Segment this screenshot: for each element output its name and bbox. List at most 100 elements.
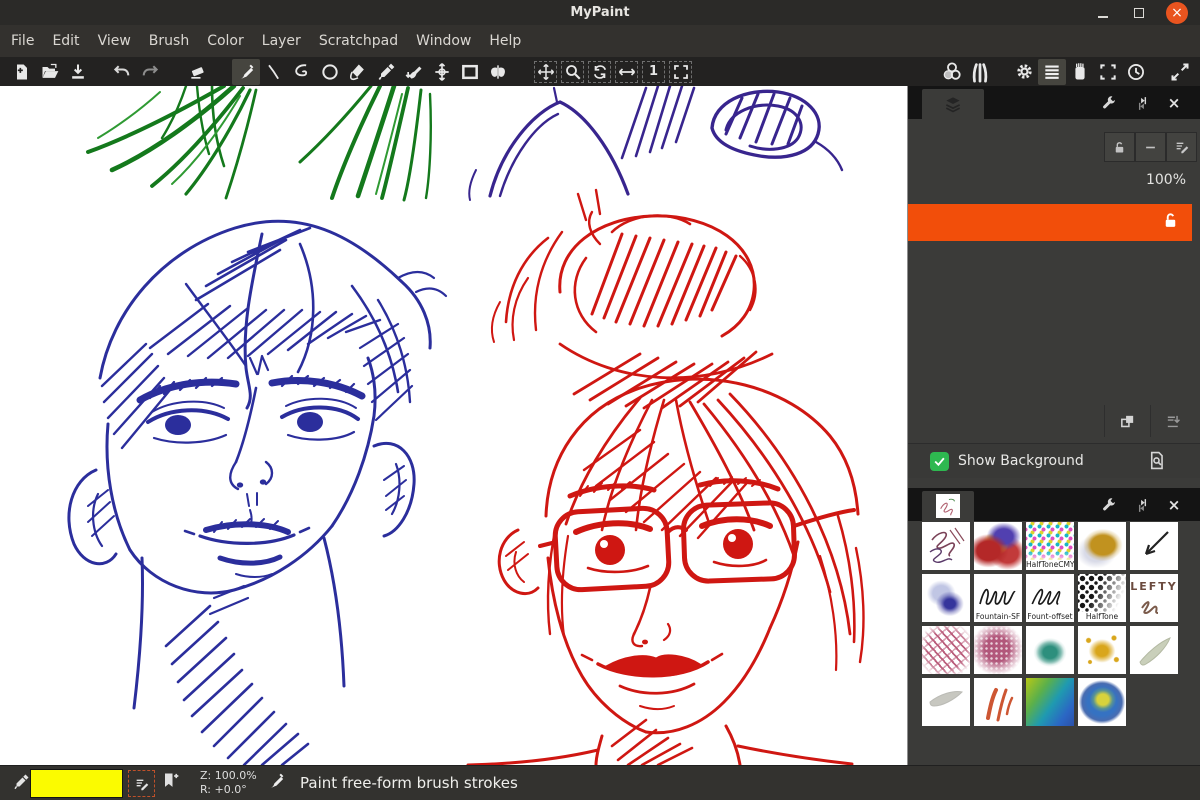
brush-tile-label: HalfToneCMY bbox=[1026, 560, 1074, 570]
menu-scratchpad[interactable]: Scratchpad bbox=[310, 28, 407, 54]
brush-close-icon[interactable]: × bbox=[1162, 494, 1186, 516]
move-anchor-icon bbox=[432, 62, 452, 82]
brush-tile-pink-dots[interactable] bbox=[974, 626, 1022, 674]
brush-panel-tab[interactable] bbox=[922, 491, 974, 521]
history-button[interactable] bbox=[1122, 59, 1150, 85]
color-picker-button[interactable] bbox=[372, 59, 400, 85]
inking-tool-button[interactable] bbox=[344, 59, 372, 85]
layer-edit-modes-button[interactable] bbox=[1166, 132, 1197, 162]
pan-view-button[interactable] bbox=[532, 59, 559, 85]
flood-fill-button[interactable] bbox=[400, 59, 428, 85]
menu-layer[interactable]: Layer bbox=[253, 28, 310, 54]
brush-tile-orange-strokes[interactable] bbox=[974, 678, 1022, 726]
zoom-view-button[interactable] bbox=[559, 59, 586, 85]
menu-window[interactable]: Window bbox=[407, 28, 480, 54]
new-file-button[interactable] bbox=[8, 59, 36, 85]
butterfly-icon bbox=[488, 62, 508, 82]
brush-tile-gold-smear[interactable] bbox=[1078, 522, 1126, 570]
free-select-button[interactable] bbox=[288, 59, 316, 85]
brush-tile-teal-blob[interactable] bbox=[1026, 626, 1074, 674]
menu-brush[interactable]: Brush bbox=[140, 28, 198, 54]
brush-tile-paint-smear[interactable] bbox=[974, 522, 1022, 570]
brush-tile-label: LEFTY bbox=[1130, 580, 1178, 593]
layers-close-icon[interactable]: × bbox=[1162, 92, 1186, 114]
fit-view-button[interactable] bbox=[667, 59, 694, 85]
brush-detach-icon[interactable] bbox=[1130, 494, 1154, 516]
background-chooser-icon[interactable] bbox=[1147, 451, 1166, 470]
fullscreen-button[interactable] bbox=[1166, 59, 1194, 85]
brush-wrench-icon[interactable] bbox=[1096, 494, 1120, 516]
dropper-icon[interactable] bbox=[12, 773, 30, 791]
current-color-swatch[interactable] bbox=[30, 769, 123, 798]
brush-tile-halftone-cmy[interactable]: HalfToneCMY bbox=[1026, 522, 1074, 570]
brush-tile-blue-yellow-blob[interactable] bbox=[1078, 678, 1126, 726]
brush-tile-pink-hatch[interactable] bbox=[922, 626, 970, 674]
brush-tile-blue-splatter[interactable] bbox=[922, 574, 970, 622]
minimize-button[interactable] bbox=[1092, 2, 1114, 24]
line-icon bbox=[264, 62, 284, 82]
save-icon bbox=[68, 62, 88, 82]
merge-down-button[interactable] bbox=[1150, 405, 1196, 437]
mirror-arrows-icon bbox=[618, 63, 636, 81]
maximize-button[interactable] bbox=[1128, 2, 1150, 24]
menu-color[interactable]: Color bbox=[198, 28, 253, 54]
ellipse-icon bbox=[320, 62, 340, 82]
brush-tile-arrow[interactable] bbox=[1130, 522, 1178, 570]
status-bar: Z: 100.0% R: +0.0° Paint free-form brush… bbox=[0, 765, 1200, 800]
show-background-checkbox[interactable] bbox=[930, 452, 949, 471]
move-layer-button[interactable] bbox=[428, 59, 456, 85]
bookmark-add-icon[interactable] bbox=[160, 771, 180, 791]
color-circles-icon bbox=[941, 61, 963, 83]
eraser-button[interactable] bbox=[184, 59, 212, 85]
scratchpad-button[interactable] bbox=[1066, 59, 1094, 85]
drawing-canvas[interactable] bbox=[0, 86, 908, 765]
close-button[interactable]: × bbox=[1166, 2, 1188, 24]
rotate-view-button[interactable] bbox=[586, 59, 613, 85]
save-file-button[interactable] bbox=[64, 59, 92, 85]
freehand-brush-button[interactable] bbox=[232, 59, 260, 85]
undo-button[interactable] bbox=[108, 59, 136, 85]
layers-panel-tab[interactable] bbox=[922, 89, 984, 119]
layer-remove-button[interactable] bbox=[1135, 132, 1166, 162]
brush-tile-sage-feather[interactable] bbox=[1130, 626, 1178, 674]
redo-button[interactable] bbox=[136, 59, 164, 85]
color-details-button[interactable] bbox=[128, 770, 155, 797]
menu-file[interactable]: File bbox=[2, 28, 43, 54]
brush-tile-green-blue-noise[interactable] bbox=[1026, 678, 1074, 726]
brush-tile-sketch[interactable] bbox=[922, 522, 970, 570]
brush-tile-halftone[interactable]: HalfTone bbox=[1078, 574, 1126, 622]
frame-toggle-button[interactable] bbox=[1094, 59, 1122, 85]
brush-tile-gold-splatter[interactable] bbox=[1078, 626, 1126, 674]
undo-icon bbox=[112, 62, 132, 82]
menu-edit[interactable]: Edit bbox=[43, 28, 88, 54]
color-window-button[interactable] bbox=[938, 59, 966, 85]
brush-tile-label: Fountain-SF bbox=[974, 612, 1022, 622]
brush-tile-fount-offset[interactable]: Fount-offset bbox=[1026, 574, 1074, 622]
brush-tile-lefty[interactable]: LEFTY bbox=[1130, 574, 1178, 622]
duplicate-layer-button[interactable] bbox=[1104, 405, 1150, 437]
straight-line-button[interactable] bbox=[260, 59, 288, 85]
preferences-button[interactable] bbox=[1010, 59, 1038, 85]
mirror-view-button[interactable] bbox=[613, 59, 640, 85]
brush-tile-grey-feather[interactable] bbox=[922, 678, 970, 726]
brush-settings-button[interactable] bbox=[1038, 59, 1066, 85]
main-area: × 100% Show Background × bbox=[0, 86, 1200, 765]
layer-unlocked-icon[interactable] bbox=[1161, 211, 1180, 230]
menu-help[interactable]: Help bbox=[480, 28, 530, 54]
layers-detach-icon[interactable] bbox=[1130, 92, 1154, 114]
layers-wrench-icon[interactable] bbox=[1096, 92, 1120, 114]
open-file-button[interactable] bbox=[36, 59, 64, 85]
ellipse-button[interactable] bbox=[316, 59, 344, 85]
frame-edit-button[interactable] bbox=[456, 59, 484, 85]
brush-tile-fountain-sf[interactable]: Fountain-SF bbox=[974, 574, 1022, 622]
brush-list-button[interactable] bbox=[966, 59, 994, 85]
reset-zoom-button[interactable]: 1 bbox=[640, 59, 667, 85]
menu-view[interactable]: View bbox=[89, 28, 140, 54]
symmetry-button[interactable] bbox=[484, 59, 512, 85]
brush-tile-label: Fount-offset bbox=[1026, 612, 1074, 622]
layer-list-buttons bbox=[1104, 405, 1196, 437]
layer-lock-button[interactable] bbox=[1104, 132, 1135, 162]
selected-layer-row[interactable] bbox=[908, 204, 1192, 241]
layers-icon bbox=[943, 94, 963, 114]
tool-description: Paint free-form brush strokes bbox=[300, 774, 518, 792]
